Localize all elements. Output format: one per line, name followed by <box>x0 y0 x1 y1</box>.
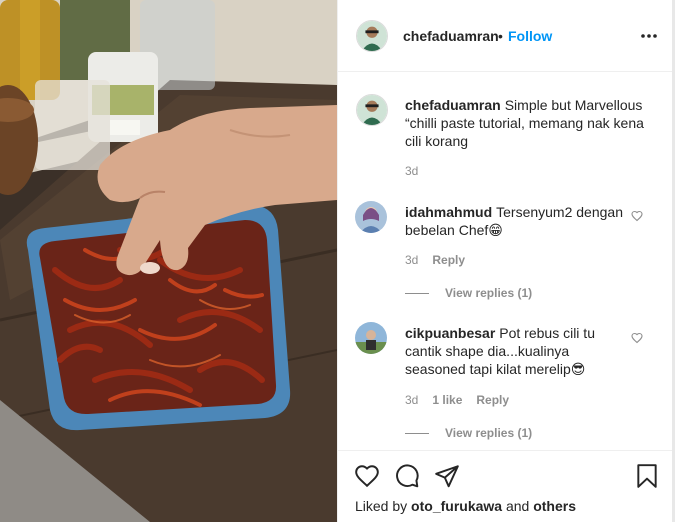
bookmark-icon[interactable] <box>634 463 660 489</box>
replies-line <box>405 293 429 295</box>
post-caption: chefaduamran Simple but Marvellous “chill… <box>405 96 655 150</box>
liked-by: Liked by oto_furukawa and others <box>355 498 576 514</box>
comment-icon[interactable] <box>394 463 420 489</box>
comment-username[interactable]: idahmahmud <box>405 204 492 220</box>
comment-meta: 3d 1 like Reply <box>405 393 509 407</box>
reply-button[interactable]: Reply <box>476 393 509 407</box>
caption-time[interactable]: 3d <box>405 164 418 178</box>
commenter-avatar[interactable] <box>355 201 387 233</box>
author-username[interactable]: chefaduamran <box>403 28 499 44</box>
comment-time[interactable]: 3d <box>405 393 418 407</box>
liked-by-prefix: Liked by <box>355 498 408 514</box>
comment-likes-count[interactable]: 1 like <box>432 393 462 407</box>
comment-emoji: 😁 <box>488 223 503 239</box>
post-side-panel: chefaduamran • Follow chefaduamran Simple… <box>337 0 673 522</box>
comment-like-heart-icon[interactable] <box>631 332 643 344</box>
liked-by-and: and <box>505 498 530 514</box>
liked-by-others[interactable]: others <box>533 498 576 514</box>
reply-button[interactable]: Reply <box>432 253 465 267</box>
caption-timestamp: 3d <box>405 164 418 178</box>
view-replies-label: View replies (1) <box>445 426 533 440</box>
post-header: chefaduamran • Follow <box>338 0 673 72</box>
view-replies-button[interactable]: View replies (1) <box>405 286 532 300</box>
comment-meta: 3d Reply <box>405 253 465 267</box>
comment-body: cikpuanbesar Pot rebus cili tu cantik sha… <box>405 324 627 379</box>
view-replies-label: View replies (1) <box>445 286 533 300</box>
view-replies-button[interactable]: View replies (1) <box>405 426 532 440</box>
comment-time[interactable]: 3d <box>405 253 418 267</box>
replies-line <box>405 433 429 435</box>
author-avatar[interactable] <box>356 20 388 52</box>
more-horizontal-icon[interactable] <box>638 27 660 45</box>
comment-body: idahmahmud Tersenyum2 dengan bebelan Chef… <box>405 203 627 240</box>
follow-button[interactable]: Follow <box>508 28 552 44</box>
liked-by-user[interactable]: oto_furukawa <box>411 498 502 514</box>
comment-like-heart-icon[interactable] <box>631 210 643 222</box>
separator-dot: • <box>498 28 503 44</box>
post-media[interactable] <box>0 0 337 522</box>
caption-username[interactable]: chefaduamran <box>405 97 501 113</box>
caption-author-avatar[interactable] <box>356 94 388 126</box>
post-actions-bar: Liked by oto_furukawa and others <box>338 450 673 522</box>
comment-username[interactable]: cikpuanbesar <box>405 325 495 341</box>
heart-icon[interactable] <box>354 463 380 489</box>
commenter-avatar[interactable] <box>355 322 387 354</box>
post-photo <box>0 0 337 522</box>
share-icon[interactable] <box>434 463 460 489</box>
comment-emoji: 😎 <box>570 362 586 378</box>
